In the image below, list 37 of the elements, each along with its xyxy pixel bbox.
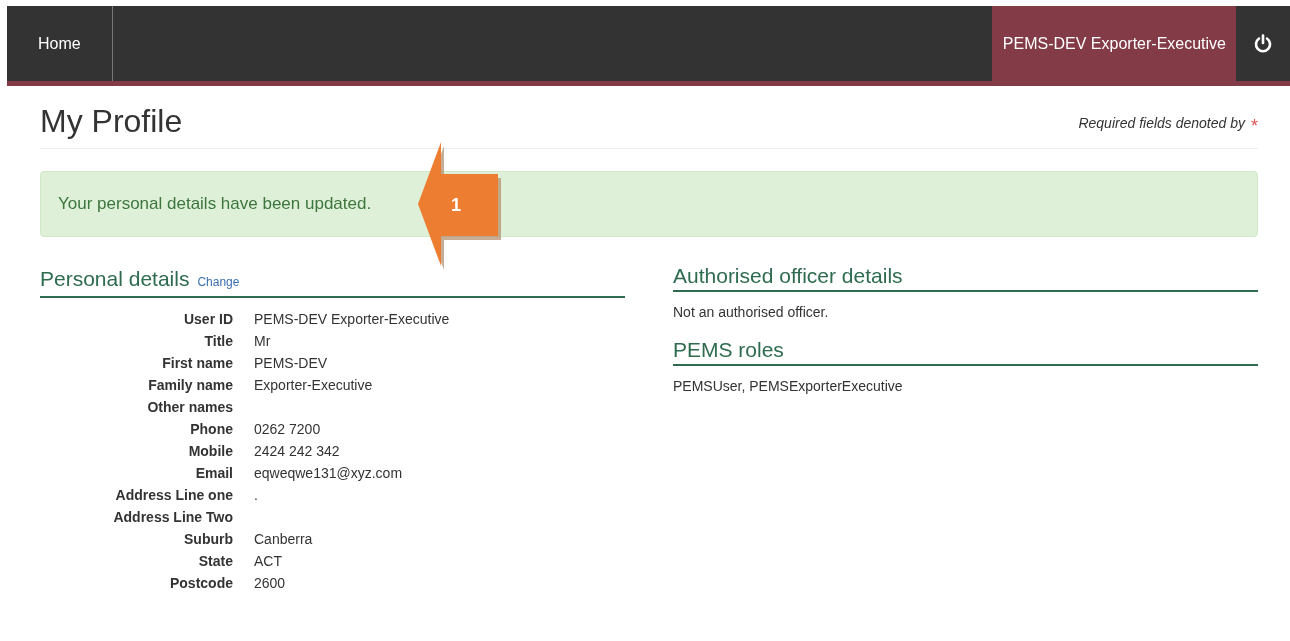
change-link[interactable]: Change bbox=[197, 272, 240, 291]
field-value: PEMS-DEV Exporter-Executive bbox=[254, 310, 450, 330]
field-label: Other names bbox=[146, 398, 233, 418]
field-value: ACT bbox=[254, 552, 282, 572]
section-text: Not an authorised officer. bbox=[673, 303, 830, 323]
power-icon bbox=[1253, 33, 1273, 54]
section-heading: PEMS roles bbox=[673, 337, 1258, 367]
field-value: PEMS-DEV bbox=[254, 354, 328, 374]
field-label: Email bbox=[194, 464, 233, 484]
required-marker: * bbox=[1251, 115, 1258, 139]
user-menu-link[interactable]: PEMS-DEV Exporter-Executive bbox=[991, 6, 1236, 81]
field-label: Phone bbox=[189, 420, 233, 440]
field-label: First name bbox=[161, 354, 233, 374]
field-label: Title bbox=[203, 332, 233, 352]
page-title: My Profile bbox=[40, 102, 183, 141]
required-note: Required fields denoted by bbox=[1078, 114, 1245, 134]
field-value: Mr bbox=[254, 332, 271, 352]
field-value: 0262 7200 bbox=[254, 420, 321, 440]
field-value: eqweqwe131@xyz.com bbox=[254, 464, 403, 484]
section-heading: Authorised officer details bbox=[673, 262, 1258, 293]
field-label: Postcode bbox=[169, 574, 233, 594]
field-value: Exporter-Executive bbox=[254, 376, 373, 396]
field-label: Family name bbox=[147, 376, 233, 396]
callout-number: 1 bbox=[451, 194, 461, 217]
section-heading: Personal details bbox=[40, 265, 190, 292]
field-value: 2424 242 342 bbox=[254, 442, 340, 462]
field-label: User ID bbox=[182, 310, 233, 330]
field-value: Canberra bbox=[254, 530, 313, 550]
home-link[interactable]: Home bbox=[7, 6, 113, 81]
field-value: . bbox=[254, 486, 258, 506]
field-value: 2600 bbox=[254, 574, 286, 594]
field-label: State bbox=[197, 552, 233, 572]
field-label: Address Line Two bbox=[112, 508, 233, 528]
field-label: Mobile bbox=[187, 442, 233, 462]
field-label: Address Line one bbox=[114, 486, 233, 506]
field-label: Suburb bbox=[183, 530, 233, 550]
section-text: PEMSUser, PEMSExporterExecutive bbox=[673, 377, 904, 397]
